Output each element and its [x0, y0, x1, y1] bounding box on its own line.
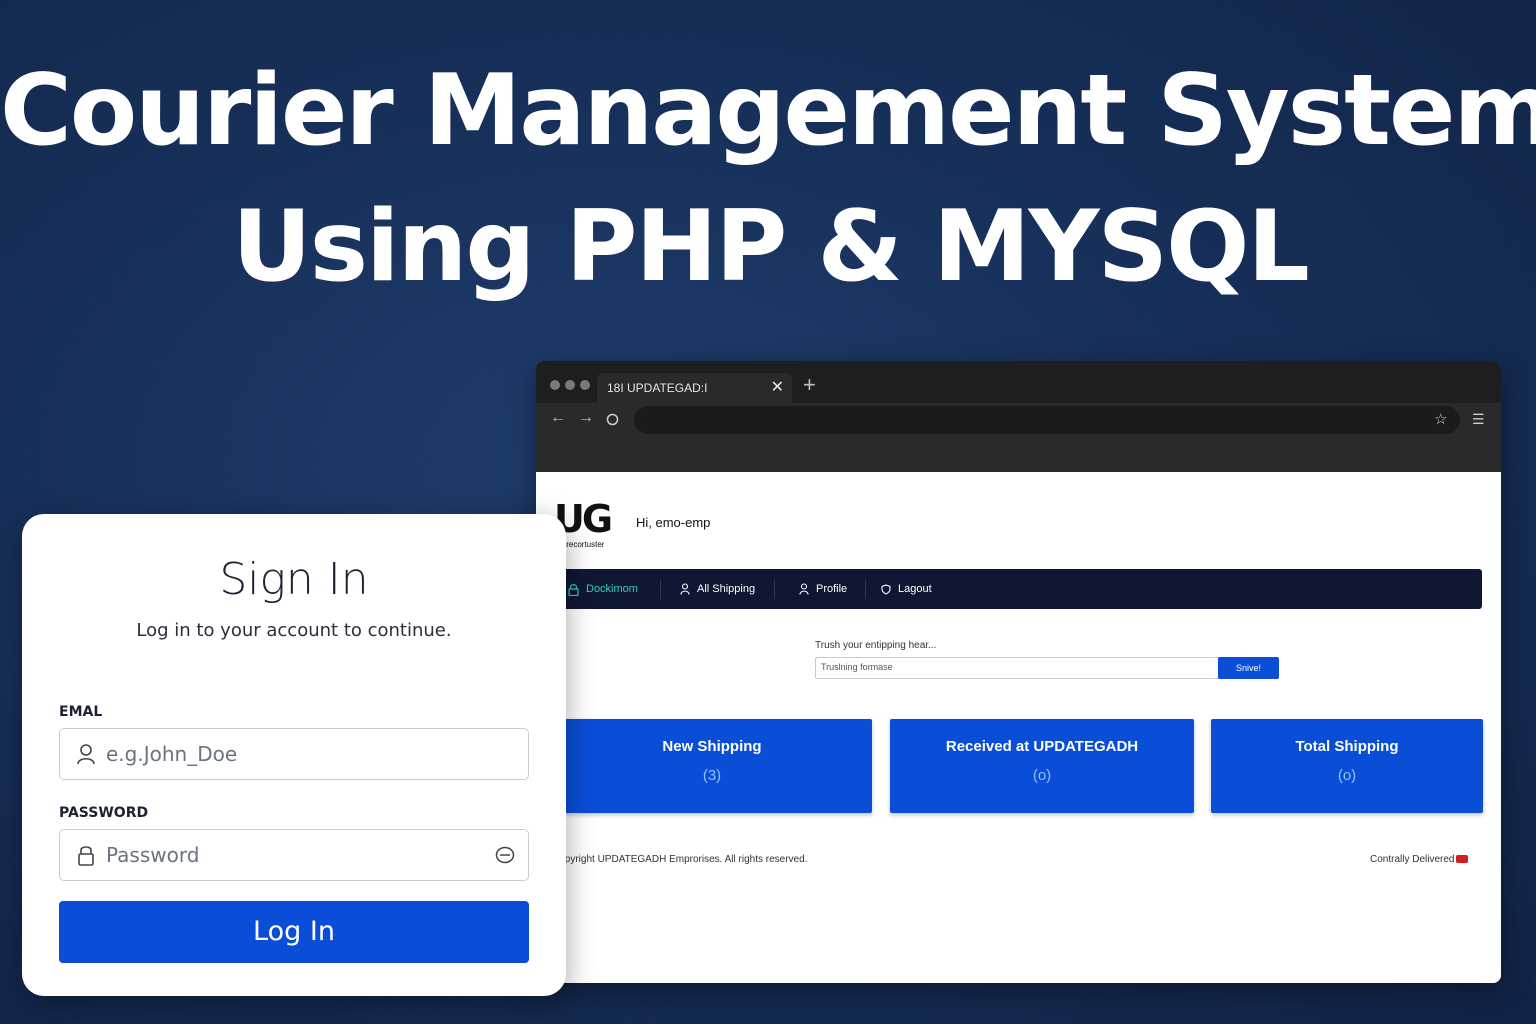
headline-line2: Using PHP & MYSQL	[232, 190, 1310, 304]
badge-icon	[1456, 855, 1469, 864]
nav-divider	[660, 579, 661, 599]
password-label: PASSWORD	[59, 805, 149, 821]
login-button[interactable]: Log In	[59, 901, 529, 963]
window-close-dot[interactable]	[550, 380, 560, 390]
eye-icon[interactable]	[494, 845, 516, 865]
nav-item-dashboard[interactable]: Dockimom	[568, 569, 638, 609]
card-total-shipping[interactable]: Total Shipping (o)	[1211, 719, 1483, 813]
tab-title: 18I UPDATEGAD:I	[607, 381, 708, 395]
forward-icon[interactable]: →	[578, 409, 594, 427]
password-placeholder: Password	[106, 843, 200, 867]
card-title: Total Shipping	[1295, 738, 1399, 755]
browser-tab[interactable]: 18I UPDATEGAD:I ✕	[597, 373, 792, 405]
signin-title: Sign In	[219, 554, 369, 605]
search-button[interactable]: Snive!	[1218, 657, 1279, 679]
tracking-search-input[interactable]: Truslning formase	[815, 657, 1219, 679]
card-value: (o)	[1032, 767, 1052, 784]
nav-item-logout[interactable]: Lagout	[881, 569, 932, 609]
menu-icon[interactable]: ☰	[1472, 411, 1485, 428]
lock-icon	[568, 583, 579, 596]
star-icon[interactable]: ☆	[1434, 410, 1447, 428]
user-icon	[680, 583, 690, 595]
email-field[interactable]: e.g.John_Doe	[59, 728, 529, 780]
new-tab-icon[interactable]: +	[803, 374, 816, 396]
browser-window: 18I UPDATEGAD:I ✕ + ← → ☆ ☰ UG trecortus…	[536, 361, 1501, 983]
email-placeholder: e.g.John_Doe	[106, 742, 238, 766]
app-page: UG trecortuster Hi, emo-emp Dockimom All…	[536, 472, 1501, 983]
footer-credit-text: Contrally Delivered	[1370, 854, 1455, 865]
nav-label-logout: Lagout	[898, 583, 932, 595]
nav-item-profile[interactable]: Profile	[799, 569, 847, 609]
browser-chrome: 18I UPDATEGAD:I ✕ + ← → ☆ ☰	[536, 361, 1501, 472]
nav-label-all-shipping: All Shipping	[697, 583, 756, 595]
nav-label-profile: Profile	[816, 583, 848, 595]
search-input-value: Truslning formase	[821, 662, 893, 672]
password-field[interactable]: Password	[59, 829, 529, 881]
main-nav: Dockimom All Shipping Profile Lagout	[552, 569, 1482, 609]
lock-icon	[78, 846, 94, 866]
footer-credit: Contrally Delivered	[1370, 854, 1469, 865]
nav-divider	[774, 579, 775, 599]
window-minimize-dot[interactable]	[565, 380, 575, 390]
user-icon	[77, 744, 95, 765]
user-icon	[799, 583, 809, 595]
nav-label-dashboard: Dockimom	[586, 583, 638, 595]
card-received[interactable]: Received at UPDATEGADH (o)	[890, 719, 1194, 813]
footer-copyright: Copyright UPDATEGADH Emprorises. All rig…	[552, 854, 808, 865]
logo-subtext: trecortuster	[564, 540, 605, 549]
tab-close-icon[interactable]: ✕	[771, 377, 784, 397]
headline-line1: Courier Management System	[0, 54, 1536, 168]
address-bar[interactable]	[634, 406, 1460, 434]
signin-card: Sign In Log in to your account to contin…	[22, 514, 566, 996]
nav-item-all-shipping[interactable]: All Shipping	[680, 569, 755, 609]
nav-divider	[865, 579, 866, 599]
search-label: Trush your entipping hear...	[815, 640, 937, 651]
signin-subtitle: Log in to your account to continue.	[136, 620, 452, 641]
back-icon[interactable]: ←	[550, 409, 566, 427]
card-value: (o)	[1337, 767, 1357, 784]
shield-icon	[881, 583, 891, 595]
card-title: Received at UPDATEGADH	[945, 738, 1139, 755]
greeting: Hi, emo-emp	[636, 515, 711, 530]
card-new-shipping[interactable]: New Shipping (3)	[552, 719, 872, 813]
reload-icon[interactable]	[606, 413, 619, 426]
window-maximize-dot[interactable]	[580, 380, 590, 390]
card-title: New Shipping	[662, 738, 762, 755]
card-value: (3)	[702, 767, 722, 784]
tab-bar: 18I UPDATEGAD:I ✕ +	[536, 361, 1501, 405]
email-label: EMAL	[59, 704, 103, 720]
